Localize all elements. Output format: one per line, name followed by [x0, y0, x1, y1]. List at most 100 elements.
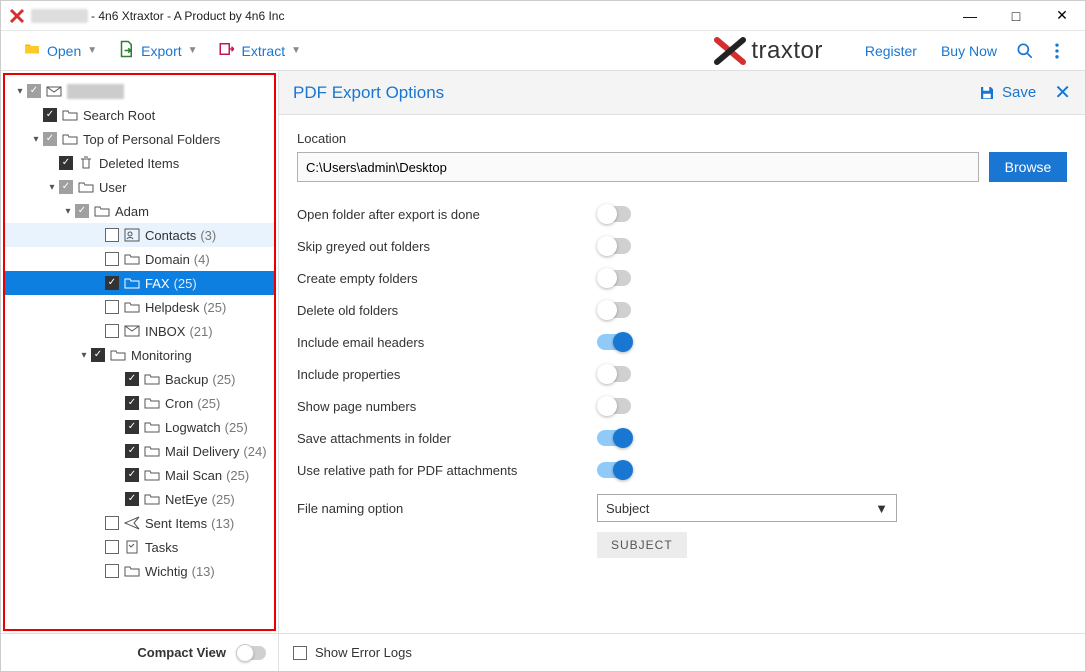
tree-checkbox[interactable]: [125, 444, 139, 458]
caret-icon[interactable]: ▾: [77, 350, 91, 361]
maximize-button[interactable]: □: [993, 1, 1039, 31]
caret-icon[interactable]: ▾: [29, 134, 43, 145]
tree-checkbox[interactable]: [105, 276, 119, 290]
minimize-button[interactable]: —: [947, 1, 993, 31]
tree-checkbox[interactable]: [43, 108, 57, 122]
tree-count: (25): [226, 468, 249, 483]
tree-node-top-personal[interactable]: ▾ Top of Personal Folders: [5, 127, 274, 151]
tree-node-cron[interactable]: Cron (25): [5, 391, 274, 415]
tree-checkbox[interactable]: [125, 372, 139, 386]
tree-label: Contacts: [145, 228, 196, 243]
option-row: Skip greyed out folders: [297, 230, 1067, 262]
tree-checkbox[interactable]: [43, 132, 57, 146]
tree-label: Mail Delivery: [165, 444, 239, 459]
content-panel: PDF Export Options Save ✕ Location Brows…: [279, 71, 1085, 671]
option-toggle[interactable]: [597, 206, 631, 222]
option-toggle[interactable]: [597, 334, 631, 350]
compact-view-toggle[interactable]: [236, 646, 266, 660]
close-panel-button[interactable]: ✕: [1054, 80, 1071, 105]
tree-checkbox[interactable]: [59, 180, 73, 194]
caret-icon[interactable]: ▾: [13, 86, 27, 97]
option-toggle[interactable]: [597, 462, 631, 478]
mailbox-icon: [45, 83, 63, 99]
tree-node-domain[interactable]: Domain (4): [5, 247, 274, 271]
tree-count: (25): [197, 396, 220, 411]
option-toggle[interactable]: [597, 430, 631, 446]
chevron-down-icon: ▼: [188, 45, 198, 56]
tree-node-monitoring[interactable]: ▾Monitoring: [5, 343, 274, 367]
tree-checkbox[interactable]: [105, 564, 119, 578]
title-bar: james-os - 4n6 Xtraxtor - A Product by 4…: [1, 1, 1085, 31]
tree-checkbox[interactable]: [105, 324, 119, 338]
tasks-icon: [123, 539, 141, 555]
tree-node-sent[interactable]: Sent Items (13): [5, 511, 274, 535]
tree-node-fax[interactable]: FAX (25): [5, 271, 274, 295]
tree-checkbox[interactable]: [125, 420, 139, 434]
tree-node-adam[interactable]: ▾Adam: [5, 199, 274, 223]
show-error-logs-checkbox[interactable]: [293, 646, 307, 660]
more-menu-button[interactable]: [1041, 35, 1073, 67]
tree-label: Search Root: [83, 108, 155, 123]
tree-node-neteye[interactable]: NetEye (25): [5, 487, 274, 511]
option-row: Use relative path for PDF attachments: [297, 454, 1067, 486]
naming-select[interactable]: Subject ▼: [597, 494, 897, 522]
tree-checkbox[interactable]: [105, 228, 119, 242]
tree-node-mail-scan[interactable]: Mail Scan (25): [5, 463, 274, 487]
extract-button[interactable]: Extract▼: [208, 36, 311, 65]
save-button[interactable]: Save: [978, 84, 1036, 102]
option-toggle[interactable]: [597, 238, 631, 254]
compact-view-bar: Compact View: [1, 633, 278, 671]
caret-icon[interactable]: ▾: [61, 206, 75, 217]
tree-checkbox[interactable]: [125, 396, 139, 410]
tree-node-wichtig[interactable]: Wichtig (13): [5, 559, 274, 583]
tree-node-tasks[interactable]: Tasks: [5, 535, 274, 559]
tree-checkbox[interactable]: [105, 516, 119, 530]
tree-checkbox[interactable]: [125, 468, 139, 482]
tree-checkbox[interactable]: [59, 156, 73, 170]
tree-node-mail-delivery[interactable]: Mail Delivery (24): [5, 439, 274, 463]
tree-label: Top of Personal Folders: [83, 132, 220, 147]
tree-node-root[interactable]: ▾xxxxx: [5, 79, 274, 103]
register-link[interactable]: Register: [853, 39, 929, 63]
export-button[interactable]: Export▼: [107, 36, 207, 65]
tree-count: (25): [225, 420, 248, 435]
tree-node-user[interactable]: ▾User: [5, 175, 274, 199]
option-row: Include properties: [297, 358, 1067, 390]
option-row: Create empty folders: [297, 262, 1067, 294]
search-button[interactable]: [1009, 35, 1041, 67]
compact-view-label: Compact View: [137, 645, 226, 660]
extract-icon: [218, 40, 236, 61]
tree-node-search-root[interactable]: Search Root: [5, 103, 274, 127]
tree-node-logwatch[interactable]: Logwatch (25): [5, 415, 274, 439]
tree-checkbox[interactable]: [91, 348, 105, 362]
tree-checkbox[interactable]: [105, 252, 119, 266]
open-button[interactable]: Open▼: [13, 36, 107, 65]
tree-checkbox[interactable]: [27, 84, 41, 98]
tree-node-deleted[interactable]: Deleted Items: [5, 151, 274, 175]
tree-node-backup[interactable]: Backup (25): [5, 367, 274, 391]
tree-node-inbox[interactable]: INBOX (21): [5, 319, 274, 343]
folder-icon: [143, 395, 161, 411]
browse-button[interactable]: Browse: [989, 152, 1067, 182]
caret-icon[interactable]: ▾: [45, 182, 59, 193]
folder-icon: [123, 299, 141, 315]
tree-checkbox[interactable]: [75, 204, 89, 218]
option-label: Skip greyed out folders: [297, 239, 597, 254]
tree-count: (21): [189, 324, 212, 339]
tree-checkbox[interactable]: [105, 540, 119, 554]
option-toggle[interactable]: [597, 398, 631, 414]
folder-icon: [109, 347, 127, 363]
buy-now-link[interactable]: Buy Now: [929, 39, 1009, 63]
option-toggle[interactable]: [597, 270, 631, 286]
tree-node-helpdesk[interactable]: Helpdesk (25): [5, 295, 274, 319]
tree-label: Logwatch: [165, 420, 221, 435]
option-toggle[interactable]: [597, 366, 631, 382]
location-input[interactable]: [297, 152, 979, 182]
tree-node-contacts[interactable]: Contacts (3): [5, 223, 274, 247]
close-window-button[interactable]: ✕: [1039, 1, 1085, 31]
folder-icon: [77, 179, 95, 195]
tree-checkbox[interactable]: [125, 492, 139, 506]
option-toggle[interactable]: [597, 302, 631, 318]
folder-icon: [61, 107, 79, 123]
tree-checkbox[interactable]: [105, 300, 119, 314]
